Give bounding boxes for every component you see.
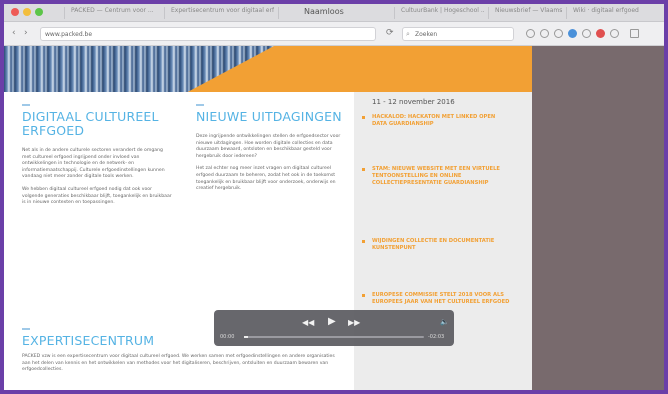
news-link[interactable]: HACKALOD: HACKATON MET LINKED OPEN DATA … (372, 114, 512, 128)
volume-icon[interactable]: 🔈 (440, 318, 449, 326)
media-player: ◀◀ ▶ ▶▶ 🔈 00:00 -02:03 (214, 310, 454, 346)
column-nieuwe-uitdagingen: NIEUWE UITDAGINGEN Deze ingrijpende ontw… (196, 104, 344, 199)
bookmark-icon[interactable] (526, 29, 535, 38)
title-bar: PACKED — Centrum voor ... Expertisecentr… (4, 4, 664, 22)
reading-list-icon[interactable] (540, 29, 549, 38)
section-body: Net als in de andere culturele sectoren … (22, 148, 172, 207)
minimize-window-button[interactable] (23, 8, 31, 16)
bullet-icon (362, 294, 365, 297)
search-input[interactable]: ⌕ Zoeken (402, 27, 514, 41)
bullet-icon (362, 168, 365, 171)
bullet-icon (362, 116, 365, 119)
paragraph: Het zal echter nog meer inzet vragen om … (196, 166, 336, 192)
tab-4[interactable]: Nieuwsbrief — Vlaams ... (488, 7, 562, 19)
news-item[interactable]: HACKALOD: HACKATON MET LINKED OPEN DATA … (362, 114, 512, 128)
downloads-icon[interactable] (554, 29, 563, 38)
news-item[interactable]: EUROPESE COMMISSIE STELT 2018 VOOR ALS E… (362, 292, 512, 306)
reload-icon[interactable]: ⟳ (386, 28, 394, 38)
seek-bar[interactable] (244, 336, 424, 338)
browser-window: PACKED — Centrum voor ... Expertisecentr… (4, 4, 664, 390)
close-window-button[interactable] (11, 8, 19, 16)
section-marker (196, 104, 204, 106)
home-icon[interactable] (582, 29, 591, 38)
news-link[interactable]: WIJDINGEN COLLECTIE EN DOCUMENTATIE KUNS… (372, 238, 512, 252)
news-item[interactable]: WIJDINGEN COLLECTIE EN DOCUMENTATIE KUNS… (362, 238, 512, 252)
window-title: Naamloos (304, 7, 344, 16)
extension-icon[interactable] (568, 29, 577, 38)
section-heading: DIGITAAL CULTUREEL ERFGOED (22, 109, 159, 138)
section-body: Deze ingrijpende ontwikkelingen stellen … (196, 134, 344, 193)
news-link[interactable]: STAM: NIEUWE WEBSITE MET EEN VIRTUELE TE… (372, 166, 512, 187)
fast-forward-button[interactable]: ▶▶ (348, 318, 360, 327)
header-banner (4, 46, 532, 92)
tab-2[interactable]: Expertisecentrum voor digitaal erfgoed (164, 7, 274, 19)
section-body: PACKED vzw is een expertisecentrum voor … (22, 354, 342, 374)
bullet-icon (362, 240, 365, 243)
side-panel (532, 46, 664, 390)
section-marker (22, 328, 30, 330)
tab-spacer (278, 7, 285, 19)
notifications-icon[interactable] (596, 29, 605, 38)
screen-frame: PACKED — Centrum voor ... Expertisecentr… (0, 0, 668, 394)
search-icon: ⌕ (406, 30, 410, 38)
paragraph: Deze ingrijpende ontwikkelingen stellen … (196, 134, 341, 159)
tab-1[interactable]: PACKED — Centrum voor ... (64, 7, 160, 19)
sync-icon[interactable] (610, 29, 619, 38)
elapsed-time: 00:00 (220, 334, 235, 340)
section-marker (22, 104, 30, 106)
back-button[interactable]: ‹ (12, 28, 16, 38)
rewind-button[interactable]: ◀◀ (302, 318, 314, 327)
section-heading: NIEUWE UITDAGINGEN (196, 109, 342, 124)
search-placeholder: Zoeken (415, 31, 438, 38)
tab-3[interactable]: CultuurBank | Hogeschool ... (394, 7, 484, 19)
paragraph: PACKED vzw is een expertisecentrum voor … (22, 354, 335, 373)
play-button[interactable]: ▶ (328, 316, 336, 327)
banner-image (4, 46, 274, 92)
forward-button[interactable]: › (24, 28, 28, 38)
address-bar[interactable]: www.packed.be (40, 27, 376, 41)
menu-icon[interactable] (630, 29, 639, 38)
paragraph: We hebben digitaal cultureel erfgoed nod… (22, 186, 172, 206)
tab-5[interactable]: Wiki · digitaal erfgoed (566, 7, 644, 19)
browser-toolbar: ‹ › www.packed.be ⟳ ⌕ Zoeken (4, 22, 664, 46)
maximize-window-button[interactable] (35, 8, 43, 16)
paragraph: Net als in de andere culturele sectoren … (22, 148, 165, 180)
news-link[interactable]: EUROPESE COMMISSIE STELT 2018 VOOR ALS E… (372, 292, 512, 306)
seek-bar-fill (244, 336, 248, 338)
column-digitaal-erfgoed: DIGITAAL CULTUREEL ERFGOED Net als in de… (22, 104, 172, 213)
event-date: 11 - 12 november 2016 (372, 98, 455, 106)
news-item[interactable]: STAM: NIEUWE WEBSITE MET EEN VIRTUELE TE… (362, 166, 512, 187)
remaining-time: -02:03 (428, 334, 445, 340)
tab-strip: PACKED — Centrum voor ... Expertisecentr… (64, 7, 644, 19)
